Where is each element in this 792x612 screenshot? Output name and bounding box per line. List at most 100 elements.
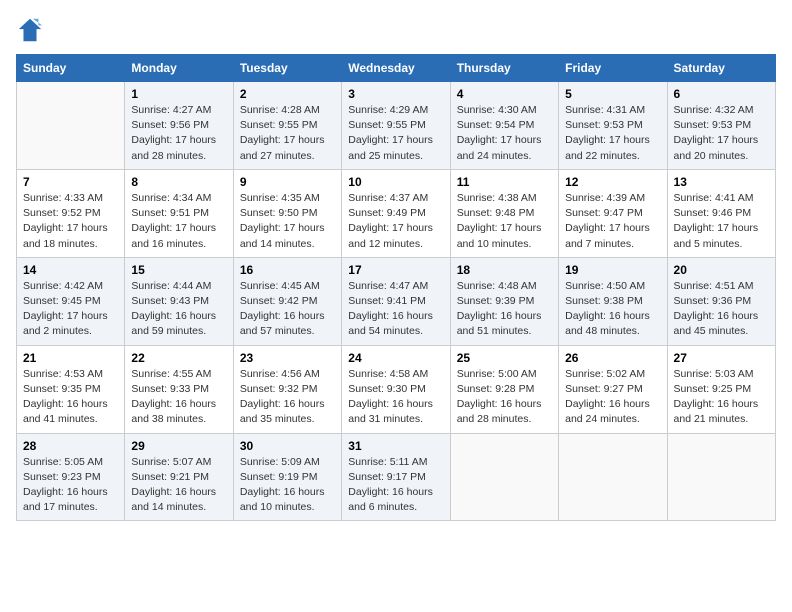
calendar-week-row: 1 Sunrise: 4:27 AMSunset: 9:56 PMDayligh… [17,82,776,170]
header-wednesday: Wednesday [342,55,450,82]
day-number: 15 [131,263,226,277]
header-thursday: Thursday [450,55,558,82]
calendar-cell: 24 Sunrise: 4:58 AMSunset: 9:30 PMDaylig… [342,345,450,433]
logo [16,16,48,44]
calendar-cell: 31 Sunrise: 5:11 AMSunset: 9:17 PMDaylig… [342,433,450,521]
calendar-cell: 25 Sunrise: 5:00 AMSunset: 9:28 PMDaylig… [450,345,558,433]
day-number: 30 [240,439,335,453]
cell-info: Sunrise: 4:58 AMSunset: 9:30 PMDaylight:… [348,368,433,426]
header-friday: Friday [559,55,667,82]
cell-info: Sunrise: 4:39 AMSunset: 9:47 PMDaylight:… [565,192,650,250]
cell-info: Sunrise: 5:02 AMSunset: 9:27 PMDaylight:… [565,368,650,426]
day-number: 5 [565,87,660,101]
cell-info: Sunrise: 4:37 AMSunset: 9:49 PMDaylight:… [348,192,433,250]
calendar-cell: 12 Sunrise: 4:39 AMSunset: 9:47 PMDaylig… [559,169,667,257]
calendar-cell: 17 Sunrise: 4:47 AMSunset: 9:41 PMDaylig… [342,257,450,345]
cell-info: Sunrise: 4:50 AMSunset: 9:38 PMDaylight:… [565,280,650,338]
cell-info: Sunrise: 4:42 AMSunset: 9:45 PMDaylight:… [23,280,108,338]
calendar-cell: 19 Sunrise: 4:50 AMSunset: 9:38 PMDaylig… [559,257,667,345]
cell-info: Sunrise: 4:27 AMSunset: 9:56 PMDaylight:… [131,104,216,162]
day-number: 25 [457,351,552,365]
calendar-cell: 16 Sunrise: 4:45 AMSunset: 9:42 PMDaylig… [233,257,341,345]
cell-info: Sunrise: 4:38 AMSunset: 9:48 PMDaylight:… [457,192,542,250]
day-number: 4 [457,87,552,101]
cell-info: Sunrise: 5:11 AMSunset: 9:17 PMDaylight:… [348,456,433,514]
cell-info: Sunrise: 4:55 AMSunset: 9:33 PMDaylight:… [131,368,216,426]
calendar-table: SundayMondayTuesdayWednesdayThursdayFrid… [16,54,776,521]
calendar-cell: 15 Sunrise: 4:44 AMSunset: 9:43 PMDaylig… [125,257,233,345]
cell-info: Sunrise: 4:53 AMSunset: 9:35 PMDaylight:… [23,368,108,426]
cell-info: Sunrise: 4:33 AMSunset: 9:52 PMDaylight:… [23,192,108,250]
day-number: 6 [674,87,769,101]
day-number: 3 [348,87,443,101]
day-number: 28 [23,439,118,453]
day-number: 22 [131,351,226,365]
page-header [16,16,776,44]
day-number: 17 [348,263,443,277]
day-number: 12 [565,175,660,189]
day-number: 10 [348,175,443,189]
header-saturday: Saturday [667,55,775,82]
day-number: 27 [674,351,769,365]
calendar-cell: 9 Sunrise: 4:35 AMSunset: 9:50 PMDayligh… [233,169,341,257]
day-number: 21 [23,351,118,365]
header-sunday: Sunday [17,55,125,82]
calendar-cell: 30 Sunrise: 5:09 AMSunset: 9:19 PMDaylig… [233,433,341,521]
calendar-cell [17,82,125,170]
day-number: 7 [23,175,118,189]
cell-info: Sunrise: 5:03 AMSunset: 9:25 PMDaylight:… [674,368,759,426]
calendar-cell [450,433,558,521]
calendar-cell: 14 Sunrise: 4:42 AMSunset: 9:45 PMDaylig… [17,257,125,345]
cell-info: Sunrise: 4:47 AMSunset: 9:41 PMDaylight:… [348,280,433,338]
calendar-cell: 27 Sunrise: 5:03 AMSunset: 9:25 PMDaylig… [667,345,775,433]
calendar-cell [667,433,775,521]
cell-info: Sunrise: 4:30 AMSunset: 9:54 PMDaylight:… [457,104,542,162]
calendar-cell: 28 Sunrise: 5:05 AMSunset: 9:23 PMDaylig… [17,433,125,521]
cell-info: Sunrise: 5:09 AMSunset: 9:19 PMDaylight:… [240,456,325,514]
calendar-cell: 22 Sunrise: 4:55 AMSunset: 9:33 PMDaylig… [125,345,233,433]
calendar-cell: 6 Sunrise: 4:32 AMSunset: 9:53 PMDayligh… [667,82,775,170]
calendar-cell: 7 Sunrise: 4:33 AMSunset: 9:52 PMDayligh… [17,169,125,257]
calendar-cell: 3 Sunrise: 4:29 AMSunset: 9:55 PMDayligh… [342,82,450,170]
day-number: 31 [348,439,443,453]
calendar-cell: 10 Sunrise: 4:37 AMSunset: 9:49 PMDaylig… [342,169,450,257]
day-number: 26 [565,351,660,365]
header-tuesday: Tuesday [233,55,341,82]
calendar-week-row: 14 Sunrise: 4:42 AMSunset: 9:45 PMDaylig… [17,257,776,345]
day-number: 18 [457,263,552,277]
calendar-cell: 26 Sunrise: 5:02 AMSunset: 9:27 PMDaylig… [559,345,667,433]
cell-info: Sunrise: 5:00 AMSunset: 9:28 PMDaylight:… [457,368,542,426]
calendar-week-row: 7 Sunrise: 4:33 AMSunset: 9:52 PMDayligh… [17,169,776,257]
day-number: 23 [240,351,335,365]
calendar-header-row: SundayMondayTuesdayWednesdayThursdayFrid… [17,55,776,82]
cell-info: Sunrise: 4:51 AMSunset: 9:36 PMDaylight:… [674,280,759,338]
cell-info: Sunrise: 4:45 AMSunset: 9:42 PMDaylight:… [240,280,325,338]
day-number: 14 [23,263,118,277]
cell-info: Sunrise: 4:31 AMSunset: 9:53 PMDaylight:… [565,104,650,162]
logo-icon [16,16,44,44]
day-number: 9 [240,175,335,189]
calendar-cell: 18 Sunrise: 4:48 AMSunset: 9:39 PMDaylig… [450,257,558,345]
cell-info: Sunrise: 4:32 AMSunset: 9:53 PMDaylight:… [674,104,759,162]
calendar-cell: 5 Sunrise: 4:31 AMSunset: 9:53 PMDayligh… [559,82,667,170]
day-number: 19 [565,263,660,277]
cell-info: Sunrise: 4:35 AMSunset: 9:50 PMDaylight:… [240,192,325,250]
calendar-cell: 13 Sunrise: 4:41 AMSunset: 9:46 PMDaylig… [667,169,775,257]
calendar-week-row: 21 Sunrise: 4:53 AMSunset: 9:35 PMDaylig… [17,345,776,433]
day-number: 20 [674,263,769,277]
day-number: 24 [348,351,443,365]
cell-info: Sunrise: 4:34 AMSunset: 9:51 PMDaylight:… [131,192,216,250]
day-number: 1 [131,87,226,101]
cell-info: Sunrise: 4:48 AMSunset: 9:39 PMDaylight:… [457,280,542,338]
header-monday: Monday [125,55,233,82]
cell-info: Sunrise: 5:07 AMSunset: 9:21 PMDaylight:… [131,456,216,514]
calendar-cell: 21 Sunrise: 4:53 AMSunset: 9:35 PMDaylig… [17,345,125,433]
cell-info: Sunrise: 4:56 AMSunset: 9:32 PMDaylight:… [240,368,325,426]
calendar-cell [559,433,667,521]
calendar-cell: 1 Sunrise: 4:27 AMSunset: 9:56 PMDayligh… [125,82,233,170]
cell-info: Sunrise: 4:28 AMSunset: 9:55 PMDaylight:… [240,104,325,162]
calendar-cell: 11 Sunrise: 4:38 AMSunset: 9:48 PMDaylig… [450,169,558,257]
cell-info: Sunrise: 4:44 AMSunset: 9:43 PMDaylight:… [131,280,216,338]
calendar-cell: 29 Sunrise: 5:07 AMSunset: 9:21 PMDaylig… [125,433,233,521]
calendar-cell: 2 Sunrise: 4:28 AMSunset: 9:55 PMDayligh… [233,82,341,170]
